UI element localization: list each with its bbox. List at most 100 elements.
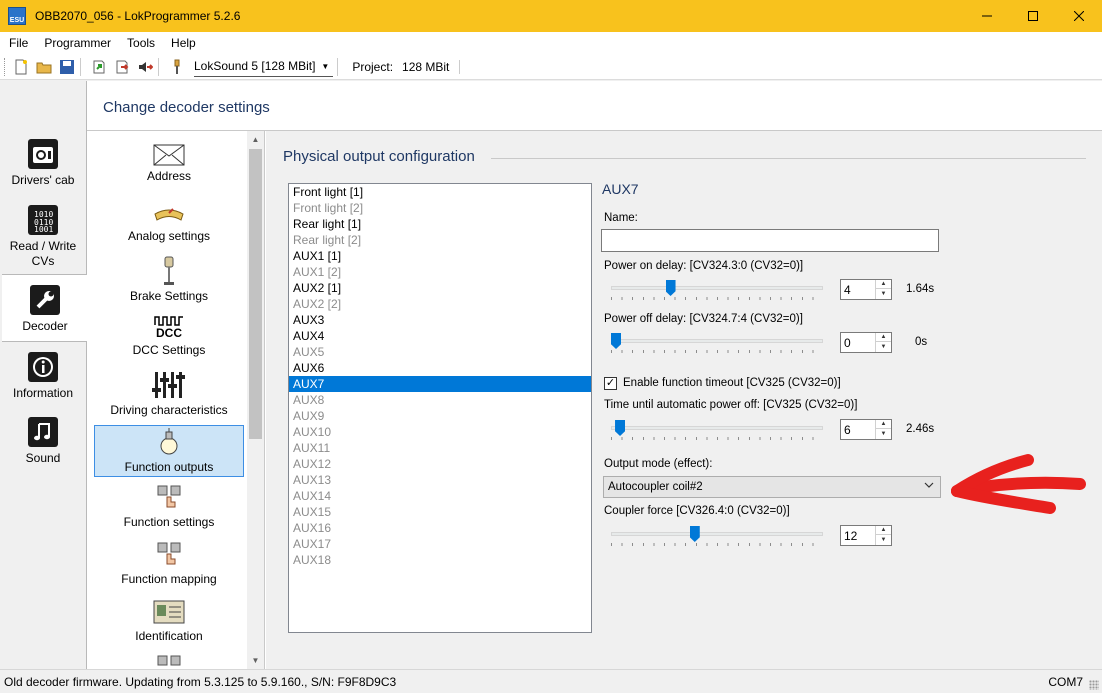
dcc-icon-text: DCC [156, 326, 182, 340]
category-identification[interactable]: Identification [94, 597, 244, 647]
output-list-item[interactable]: AUX10 [289, 424, 591, 440]
slider-thumb[interactable] [689, 526, 700, 542]
maximize-icon[interactable] [1010, 0, 1056, 32]
slider-ticks [611, 350, 823, 353]
spin-up-icon[interactable]: ▲ [876, 420, 891, 429]
spin-up-icon[interactable]: ▲ [876, 526, 891, 535]
lightbulb-icon [95, 428, 243, 458]
spin-up-icon[interactable]: ▲ [876, 333, 891, 342]
output-list[interactable]: Front light [1] Front light [2] Rear light… [288, 183, 592, 633]
checkmark-icon: ✓ [605, 377, 616, 389]
power-off-slider[interactable] [611, 332, 823, 353]
auto-off-spinbox[interactable]: 6 ▲ ▼ [840, 419, 892, 440]
power-on-slider[interactable] [611, 279, 823, 300]
output-list-item[interactable]: AUX17 [289, 536, 591, 552]
menu-help[interactable]: Help [163, 32, 204, 54]
scroll-down-icon[interactable]: ▼ [247, 652, 264, 669]
output-list-item[interactable]: AUX18 [289, 552, 591, 568]
output-list-item[interactable]: Front light [2] [289, 200, 591, 216]
function-timeout-label: Enable function timeout [CV325 (CV32=0)] [623, 377, 841, 389]
write-sound-icon[interactable] [136, 58, 154, 76]
read-decoder-icon[interactable] [90, 58, 108, 76]
save-icon[interactable] [58, 58, 76, 76]
category-more[interactable] [94, 653, 244, 669]
menu-programmer[interactable]: Programmer [36, 32, 119, 54]
output-list-item[interactable]: AUX2 [1] [289, 280, 591, 296]
scroll-up-icon[interactable]: ▲ [247, 131, 264, 148]
spin-down-icon[interactable]: ▼ [876, 342, 891, 351]
output-list-item[interactable]: AUX6 [289, 360, 591, 376]
output-list-item[interactable]: Rear light [2] [289, 232, 591, 248]
output-list-item[interactable]: AUX1 [2] [289, 264, 591, 280]
app-icon: ESU [8, 7, 26, 25]
resize-grip[interactable] [1089, 680, 1099, 690]
output-list-item[interactable]: Rear light [1] [289, 216, 591, 232]
spin-down-icon[interactable]: ▼ [876, 429, 891, 438]
scroll-thumb[interactable] [249, 149, 262, 439]
envelope-icon [94, 143, 244, 167]
brake-icon [94, 255, 244, 287]
category-function-outputs[interactable]: Function outputs [94, 425, 244, 477]
programmer-tool-icon[interactable] [168, 58, 186, 76]
category-analog-settings[interactable]: Analog settings [94, 203, 244, 253]
sound-icon [28, 417, 58, 447]
annotation-arrow-icon [951, 454, 1086, 514]
output-list-item[interactable]: AUX1 [1] [289, 248, 591, 264]
output-list-item[interactable]: AUX2 [2] [289, 296, 591, 312]
menu-tools[interactable]: Tools [119, 32, 163, 54]
nav-information[interactable]: Information [0, 352, 86, 401]
open-folder-icon[interactable] [35, 58, 53, 76]
slider-ticks [611, 297, 823, 300]
output-list-item[interactable]: AUX12 [289, 456, 591, 472]
nav-read-write[interactable]: 1010 0110 1001 Read / Write CVs [0, 205, 86, 269]
slider-thumb[interactable] [615, 420, 626, 436]
category-label: Analog settings [127, 229, 211, 243]
power-on-spinbox[interactable]: 4 ▲ ▼ [840, 279, 892, 300]
category-dcc-settings[interactable]: DCC DCC Settings [94, 313, 244, 363]
output-list-item[interactable]: AUX3 [289, 312, 591, 328]
output-name-input[interactable] [601, 229, 939, 252]
auto-off-slider[interactable] [611, 419, 823, 440]
function-timeout-checkbox[interactable]: ✓ [604, 377, 617, 390]
category-function-mapping[interactable]: Function mapping [94, 540, 244, 590]
output-list-item[interactable]: Front light [1] [289, 184, 591, 200]
output-list-item[interactable]: AUX9 [289, 408, 591, 424]
category-scrollbar[interactable]: ▲ ▼ [247, 131, 264, 669]
new-file-icon[interactable] [12, 58, 30, 76]
category-function-settings[interactable]: Function settings [94, 483, 244, 533]
port-indicator: COM7 [1048, 675, 1083, 689]
coupler-force-slider[interactable] [611, 525, 823, 546]
slider-thumb[interactable] [611, 333, 621, 349]
output-list-item[interactable]: AUX4 [289, 328, 591, 344]
output-list-item[interactable]: AUX7 [289, 376, 591, 392]
spin-down-icon[interactable]: ▼ [876, 289, 891, 298]
output-list-item[interactable]: AUX5 [289, 344, 591, 360]
spin-up-icon[interactable]: ▲ [876, 280, 891, 289]
nav-decoder[interactable]: Decoder [2, 274, 88, 342]
sliders-icon [94, 369, 244, 401]
category-driving-characteristics[interactable]: Driving characteristics [94, 369, 244, 419]
output-list-item[interactable]: AUX8 [289, 392, 591, 408]
output-config-panel: Physical output configuration Front ligh… [266, 131, 1102, 669]
output-list-item[interactable]: AUX15 [289, 504, 591, 520]
auto-off-label: Time until automatic power off: [CV325 (… [604, 399, 858, 411]
coupler-force-spinbox[interactable]: 12 ▲ ▼ [840, 525, 892, 546]
minimize-icon[interactable] [964, 0, 1010, 32]
write-decoder-icon[interactable] [113, 58, 131, 76]
spinbox-value: 12 [844, 529, 858, 543]
nav-drivers-cab[interactable]: Drivers' cab [0, 139, 86, 188]
output-list-item[interactable]: AUX13 [289, 472, 591, 488]
output-list-item[interactable]: AUX14 [289, 488, 591, 504]
menu-file[interactable]: File [0, 32, 36, 54]
decoder-type-dropdown[interactable]: LokSound 5 [128 MBit] ▼ [194, 57, 334, 77]
power-off-spinbox[interactable]: 0 ▲ ▼ [840, 332, 892, 353]
spin-down-icon[interactable]: ▼ [876, 535, 891, 544]
nav-sound[interactable]: Sound [0, 417, 86, 466]
slider-thumb[interactable] [665, 280, 676, 296]
close-icon[interactable] [1056, 0, 1102, 32]
category-brake-settings[interactable]: Brake Settings [94, 255, 244, 305]
output-list-item[interactable]: AUX11 [289, 440, 591, 456]
category-address[interactable]: Address [94, 143, 244, 193]
output-list-item[interactable]: AUX16 [289, 520, 591, 536]
slider-track [611, 339, 823, 343]
